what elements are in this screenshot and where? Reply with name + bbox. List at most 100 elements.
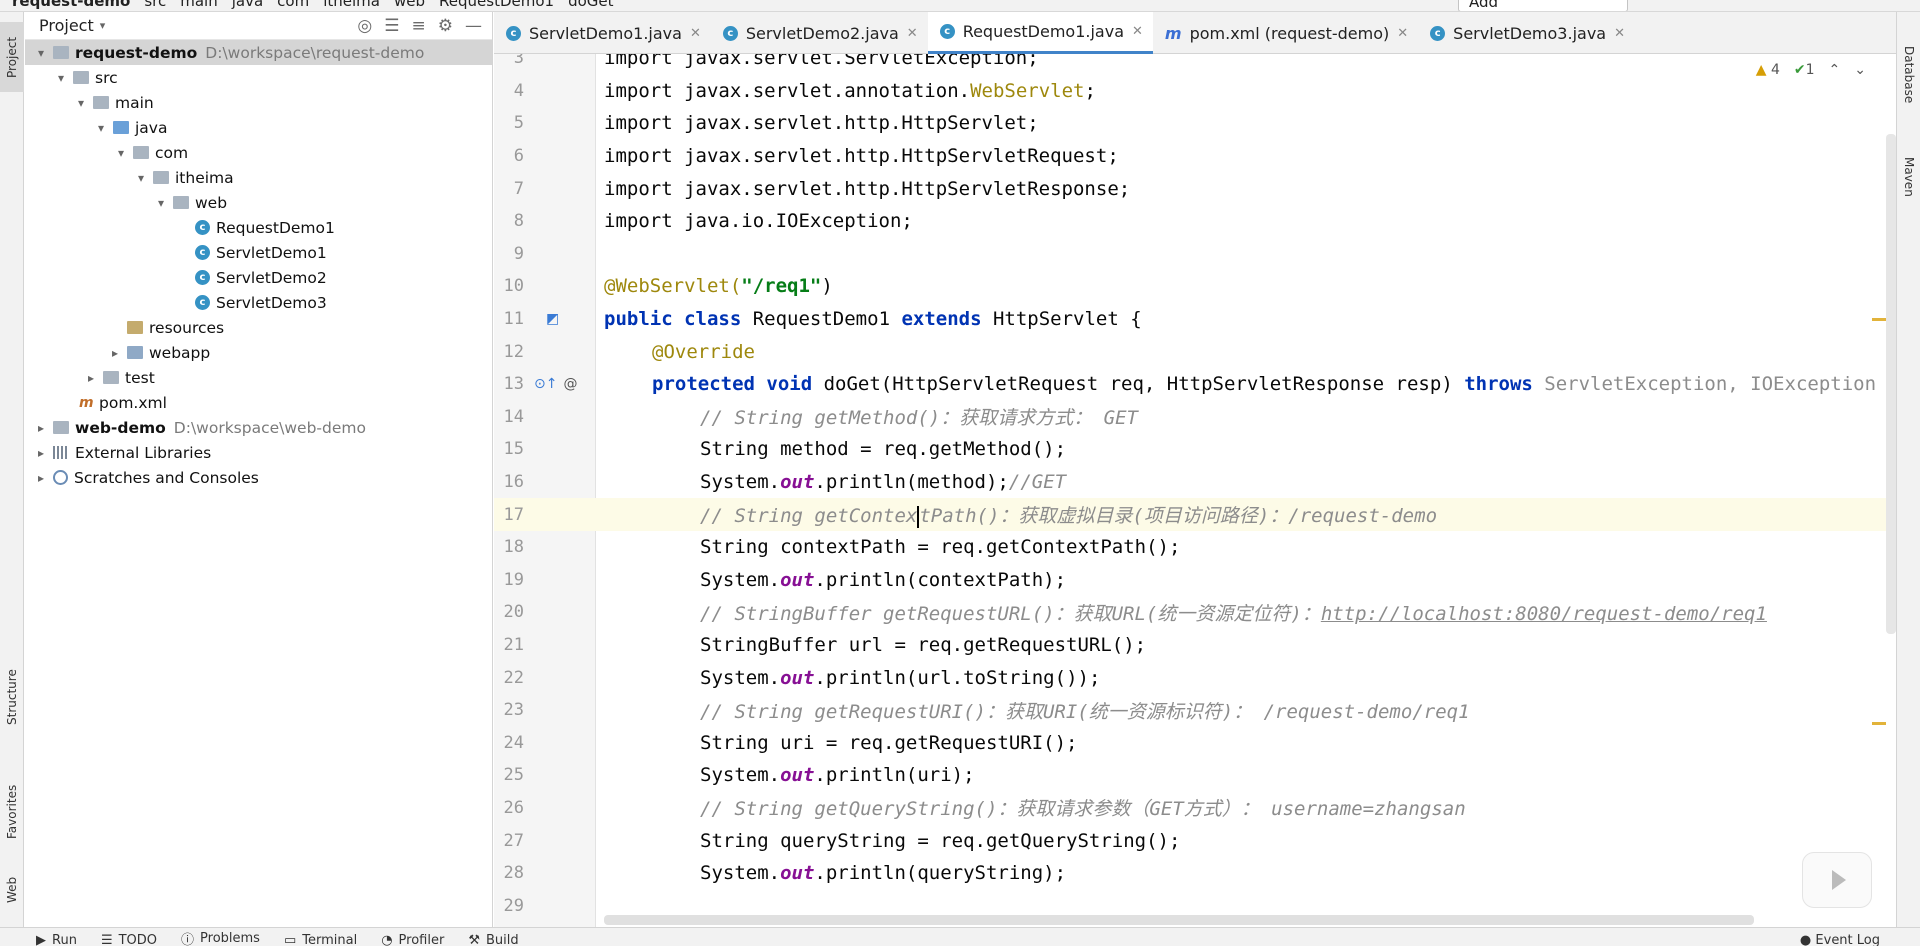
tree-item[interactable]: c ServletDemo1 (25, 240, 492, 265)
code-text: String contextPath = req.getContextPath(… (700, 536, 1181, 559)
tab-servletdemo1[interactable]: c ServletDemo1.java ✕ (494, 12, 711, 54)
tree-item[interactable]: resources (25, 315, 492, 340)
chevron-right-icon[interactable]: ▸ (33, 471, 49, 485)
chevron-down-icon[interactable]: ▾ (33, 46, 49, 60)
horizontal-scrollbar[interactable] (604, 915, 1754, 925)
line-number: 13 (503, 374, 524, 395)
chevron-right-icon[interactable]: ▸ (33, 446, 49, 460)
database-tool-tab[interactable]: Database (1897, 32, 1920, 117)
tree-item[interactable]: c ServletDemo3 (25, 290, 492, 315)
chevron-down-icon[interactable]: ▾ (100, 19, 106, 32)
breadcrumb-item[interactable]: com (277, 0, 309, 10)
collapse-all-icon[interactable]: ≡ (412, 16, 426, 36)
tree-item[interactable]: ▸ webapp (25, 340, 492, 365)
code-token: void (766, 373, 813, 396)
tree-item[interactable]: ▸ web-demo D:\workspace\web-demo (25, 415, 492, 440)
breadcrumb-item[interactable]: java (232, 0, 263, 10)
tree-item[interactable]: ▾ itheima (25, 165, 492, 190)
hide-icon[interactable]: — (465, 16, 482, 36)
chevron-right-icon[interactable]: ▸ (83, 371, 99, 385)
chevron-down-icon[interactable]: ▾ (133, 171, 149, 185)
vertical-scrollbar[interactable] (1886, 134, 1896, 634)
tree-item[interactable]: ▾ request-demo D:\workspace\request-demo (25, 40, 492, 65)
build-tool-button[interactable]: ⚒ Build (468, 933, 518, 946)
structure-tool-tab[interactable]: Structure (0, 652, 24, 742)
tree-item[interactable]: c ServletDemo2 (25, 265, 492, 290)
run-tool-button[interactable]: ▶ Run (36, 933, 77, 946)
ok-count: 1 (1805, 62, 1815, 78)
chevron-down-icon[interactable]: ▾ (53, 71, 69, 85)
tab-pom-xml[interactable]: m pom.xml (request-demo) ✕ (1153, 12, 1418, 54)
chevron-down-icon[interactable]: ▾ (153, 196, 169, 210)
class-icon: c (195, 220, 210, 235)
library-icon (53, 446, 69, 459)
breadcrumb-item[interactable]: itheima (323, 0, 380, 10)
line-number: 18 (503, 537, 524, 558)
breadcrumb-item[interactable]: src (144, 0, 166, 10)
code-token: "/req1" (741, 275, 822, 298)
close-icon[interactable]: ✕ (1614, 26, 1625, 41)
warning-marker[interactable] (1872, 318, 1886, 321)
code-line: 19 System.out.println(contextPath); (494, 564, 1896, 597)
tree-item[interactable]: m pom.xml (25, 390, 492, 415)
event-log-button[interactable]: ● Event Log (1800, 933, 1880, 946)
breadcrumb-item[interactable]: web (394, 0, 425, 10)
url-link[interactable]: http://localhost:8080/request-demo/req1 (1321, 603, 1767, 625)
web-tool-tab[interactable]: Web (0, 867, 24, 912)
favorites-tool-tab[interactable]: Favorites (0, 772, 24, 852)
expand-all-icon[interactable]: ☰ (384, 16, 399, 36)
line-number: 4 (513, 80, 524, 101)
override-icon[interactable]: ⊙↑ (534, 376, 557, 392)
line-number: 19 (503, 569, 524, 590)
tree-item[interactable]: ▾ web (25, 190, 492, 215)
close-icon[interactable]: ✕ (1397, 26, 1408, 41)
chevron-down-icon[interactable]: ▾ (73, 96, 89, 110)
web-servlet-gutter-icon[interactable]: ◩ (546, 311, 559, 327)
chevron-right-icon[interactable]: ▸ (33, 421, 49, 435)
close-icon[interactable]: ✕ (907, 26, 918, 41)
tree-item[interactable]: ▸ Scratches and Consoles (25, 465, 492, 490)
gear-icon[interactable]: ⚙ (438, 16, 453, 36)
breadcrumb-item[interactable]: RequestDemo1 (439, 0, 554, 10)
inspection-widget[interactable]: ▲ 4 ✔1 ⌃ ⌄ (1756, 62, 1866, 78)
breadcrumb-item[interactable]: main (180, 0, 217, 10)
warning-icon: ▲ 4 (1755, 62, 1780, 78)
todo-tool-button[interactable]: ☰ TODO (101, 933, 157, 946)
add-configuration-button[interactable]: Add Configuration... (1458, 0, 1628, 11)
tree-item[interactable]: ▸ test (25, 365, 492, 390)
code-token: ServletException, IOException { (1532, 373, 1896, 396)
tab-servletdemo3[interactable]: c ServletDemo3.java ✕ (1418, 12, 1635, 54)
breadcrumb-item[interactable]: request-demo (12, 0, 130, 10)
override-gutter-icon[interactable]: ⊙↑ @ (534, 376, 577, 392)
code-token: WebServlet (970, 79, 1085, 102)
tree-item[interactable]: ▸ External Libraries (25, 440, 492, 465)
tree-item[interactable]: ▾ com (25, 140, 492, 165)
code-editor[interactable]: 3 import javax.servlet.ServletException; … (494, 54, 1896, 927)
chevron-right-icon[interactable]: ▸ (107, 346, 123, 360)
warning-marker[interactable] (1872, 722, 1886, 725)
close-icon[interactable]: ✕ (690, 26, 701, 41)
project-tool-tab[interactable]: Project (0, 22, 24, 92)
tree-item[interactable]: c RequestDemo1 (25, 215, 492, 240)
tab-servletdemo2[interactable]: c ServletDemo2.java ✕ (711, 12, 928, 54)
at-icon[interactable]: @ (563, 376, 577, 392)
problems-tool-button[interactable]: ⓘ Problems (181, 929, 260, 946)
tab-requestdemo1[interactable]: c RequestDemo1.java ✕ (927, 12, 1153, 54)
close-icon[interactable]: ✕ (1132, 24, 1143, 39)
chevron-up-icon[interactable]: ⌃ (1829, 62, 1841, 78)
breadcrumb-item[interactable]: doGet (568, 0, 613, 10)
maven-tool-tab[interactable]: Maven (1897, 142, 1920, 212)
chevron-down-icon[interactable]: ▾ (113, 146, 129, 160)
tree-item[interactable]: ▾ java (25, 115, 492, 140)
tree-item[interactable]: ▾ src (25, 65, 492, 90)
chevron-down-icon[interactable]: ▾ (93, 121, 109, 135)
terminal-tool-button[interactable]: ▭ Terminal (284, 933, 357, 946)
tree-item[interactable]: ▾ main (25, 90, 492, 115)
profiler-tool-button[interactable]: ◔ Profiler (381, 933, 444, 946)
play-overlay-button[interactable] (1802, 852, 1872, 908)
class-icon: c (506, 25, 521, 41)
locate-icon[interactable]: ◎ (357, 16, 372, 36)
project-view-dropdown[interactable]: Project (39, 16, 94, 35)
chevron-down-icon[interactable]: ⌄ (1854, 62, 1866, 78)
class-icon: c (195, 270, 210, 285)
